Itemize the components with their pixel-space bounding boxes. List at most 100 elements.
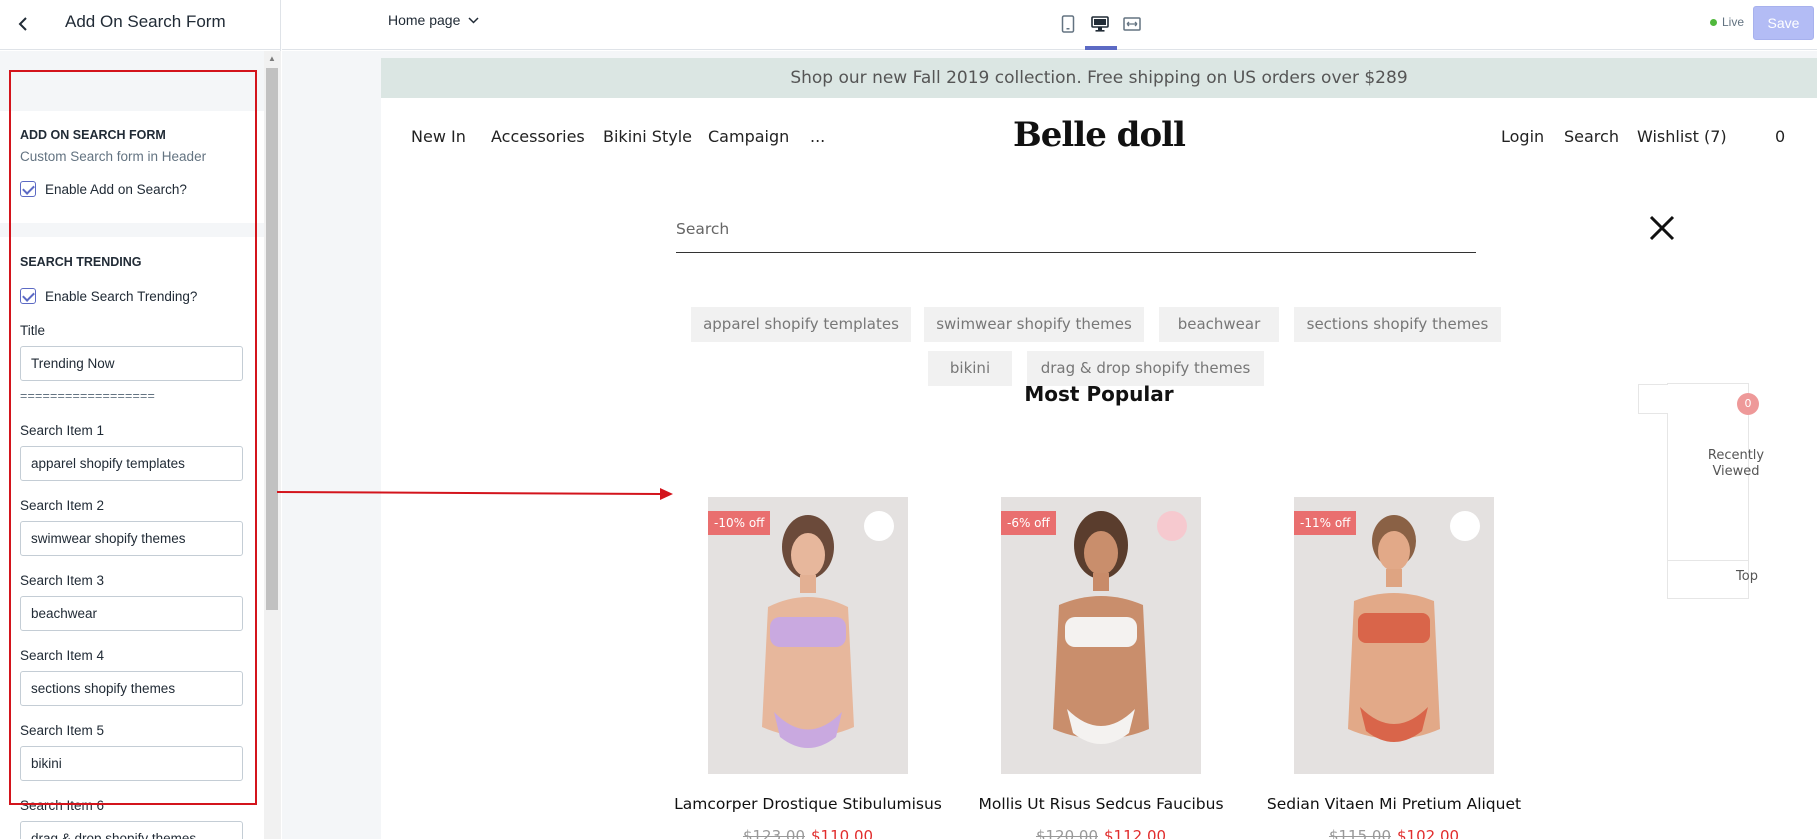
most-popular-heading: Most Popular — [1024, 382, 1174, 406]
desktop-icon — [1091, 16, 1109, 32]
product-image[interactable]: -11% off — [1294, 497, 1494, 774]
trending-tag[interactable]: swimwear shopify themes — [924, 307, 1144, 342]
scroll-up-arrow-icon[interactable]: ▲ — [266, 54, 278, 64]
save-button[interactable]: Save — [1753, 6, 1814, 40]
discount-badge: -6% off — [1001, 511, 1056, 535]
wishlist-heart-icon[interactable] — [1450, 511, 1480, 541]
product-price: $123.00 $110.00 — [658, 827, 958, 839]
recently-viewed-tab — [1638, 384, 1668, 414]
search-item-4-label: Search Item 4 — [20, 648, 105, 663]
product-title[interactable]: Mollis Ut Risus Sedcus Faucibus — [951, 795, 1251, 813]
settings-scroll-area[interactable]: ADD ON SEARCH FORM Custom Search form in… — [0, 51, 281, 839]
search-form — [676, 206, 1476, 253]
back-button[interactable] — [10, 11, 36, 37]
search-item-6-label: Search Item 6 — [20, 798, 105, 813]
desktop-view-button[interactable] — [1088, 12, 1112, 36]
chevron-down-icon — [468, 16, 479, 24]
recently-viewed-widget[interactable] — [1638, 383, 1749, 599]
nav-cart-count[interactable]: 0 — [1775, 127, 1785, 146]
search-item-3-label: Search Item 3 — [20, 573, 105, 588]
page-selector[interactable]: Home page — [388, 12, 479, 28]
checkbox-checked-icon[interactable] — [20, 288, 36, 304]
live-status-label: Live — [1722, 15, 1745, 29]
title-field-label: Title — [20, 323, 46, 338]
live-status-dot-icon — [1710, 18, 1717, 26]
product-image[interactable]: -10% off — [708, 497, 908, 774]
checkbox-checked-icon[interactable] — [20, 181, 36, 197]
enable-search-trending-checkbox[interactable]: Enable Search Trending? — [20, 288, 197, 304]
wishlist-heart-icon[interactable] — [1157, 511, 1187, 541]
search-item-2-label: Search Item 2 — [20, 498, 105, 513]
title-field[interactable]: Trending Now — [20, 346, 243, 381]
nav-accessories[interactable]: Accessories — [491, 127, 585, 146]
search-item-3-field[interactable]: beachwear — [20, 596, 243, 631]
back-to-top-button[interactable]: Top — [1707, 569, 1787, 584]
sale-price: $112.00 — [1104, 827, 1167, 839]
store-preview: Shop our new Fall 2019 collection. Free … — [381, 58, 1817, 839]
enable-add-on-search-label: Enable Add on Search? — [45, 181, 187, 197]
divider — [1668, 560, 1748, 561]
search-item-1-label: Search Item 1 — [20, 423, 105, 438]
trending-tag[interactable]: beachwear — [1159, 307, 1279, 342]
add-on-section-subtitle: Custom Search form in Header — [20, 149, 207, 164]
enable-add-on-search-checkbox[interactable]: Enable Add on Search? — [20, 181, 187, 197]
search-trending-card: SEARCH TRENDING Enable Search Trending? … — [0, 237, 264, 839]
full-width-view-button[interactable] — [1120, 12, 1144, 36]
enable-search-trending-label: Enable Search Trending? — [45, 288, 198, 304]
product-title[interactable]: Lamcorper Drostique Stibulumisus — [658, 795, 958, 813]
compare-price: $120.00 — [1035, 827, 1098, 839]
product-swatch — [770, 617, 846, 647]
search-item-5-label: Search Item 5 — [20, 723, 105, 738]
product-swatch — [1358, 613, 1430, 643]
search-input[interactable] — [676, 206, 1476, 252]
search-item-1-field[interactable]: apparel shopify templates — [20, 446, 243, 481]
nav-more[interactable]: ... — [810, 127, 825, 146]
editor-topbar: Home page Live Save — [282, 0, 1817, 50]
nav-campaign[interactable]: Campaign — [708, 127, 789, 146]
trending-tag[interactable]: bikini — [928, 351, 1012, 386]
nav-bikini-style[interactable]: Bikini Style — [603, 127, 692, 146]
compare-price: $123.00 — [742, 827, 805, 839]
product-image[interactable]: -6% off — [1001, 497, 1201, 774]
nav-wishlist[interactable]: Wishlist (7) — [1637, 127, 1727, 146]
search-item-4-field[interactable]: sections shopify themes — [20, 671, 243, 706]
sidebar-scrollbar-thumb[interactable] — [266, 68, 278, 610]
compare-price: $115.00 — [1328, 827, 1391, 839]
page-selector-label: Home page — [388, 12, 461, 28]
search-item-6-field[interactable]: drag & drop shopify themes — [20, 821, 243, 839]
discount-badge: -10% off — [708, 511, 771, 535]
product-swatch — [1065, 617, 1137, 647]
expand-width-icon — [1123, 17, 1141, 31]
sidebar-header: Add On Search Form — [0, 0, 281, 50]
separator-text: ================== — [20, 389, 155, 403]
trending-tag[interactable]: apparel shopify templates — [691, 307, 911, 342]
sidebar-title: Add On Search Form — [65, 12, 226, 31]
wishlist-heart-icon[interactable] — [864, 511, 894, 541]
chevron-left-icon — [18, 17, 27, 31]
mobile-icon — [1061, 15, 1075, 33]
active-device-indicator — [1085, 46, 1117, 50]
product-price: $115.00 $102.00 — [1244, 827, 1544, 839]
editor-sidebar: Add On Search Form ADD ON SEARCH FORM Cu… — [0, 0, 281, 839]
sale-price: $110.00 — [811, 827, 874, 839]
trending-tag[interactable]: sections shopify themes — [1294, 307, 1501, 342]
add-on-search-card: ADD ON SEARCH FORM Custom Search form in… — [0, 111, 264, 223]
nav-new-in[interactable]: New In — [411, 127, 466, 146]
discount-badge: -11% off — [1294, 511, 1357, 535]
live-status: Live — [1710, 15, 1744, 29]
add-on-section-title: ADD ON SEARCH FORM — [20, 128, 166, 142]
search-item-2-field[interactable]: swimwear shopify themes — [20, 521, 243, 556]
nav-search[interactable]: Search — [1564, 127, 1619, 146]
trending-tag[interactable]: drag & drop shopify themes — [1027, 351, 1264, 386]
nav-login[interactable]: Login — [1501, 127, 1544, 146]
mobile-view-button[interactable] — [1056, 12, 1080, 36]
sale-price: $102.00 — [1397, 827, 1460, 839]
recently-viewed-label: Recently Viewed — [1707, 448, 1765, 479]
product-price: $120.00 $112.00 — [951, 827, 1251, 839]
recently-viewed-count: 0 — [1737, 393, 1759, 415]
search-item-5-field[interactable]: bikini — [20, 746, 243, 781]
trending-section-title: SEARCH TRENDING — [20, 255, 142, 269]
close-icon[interactable] — [1647, 213, 1677, 243]
announcement-bar: Shop our new Fall 2019 collection. Free … — [381, 58, 1817, 98]
product-title[interactable]: Sedian Vitaen Mi Pretium Aliquet — [1244, 795, 1544, 813]
